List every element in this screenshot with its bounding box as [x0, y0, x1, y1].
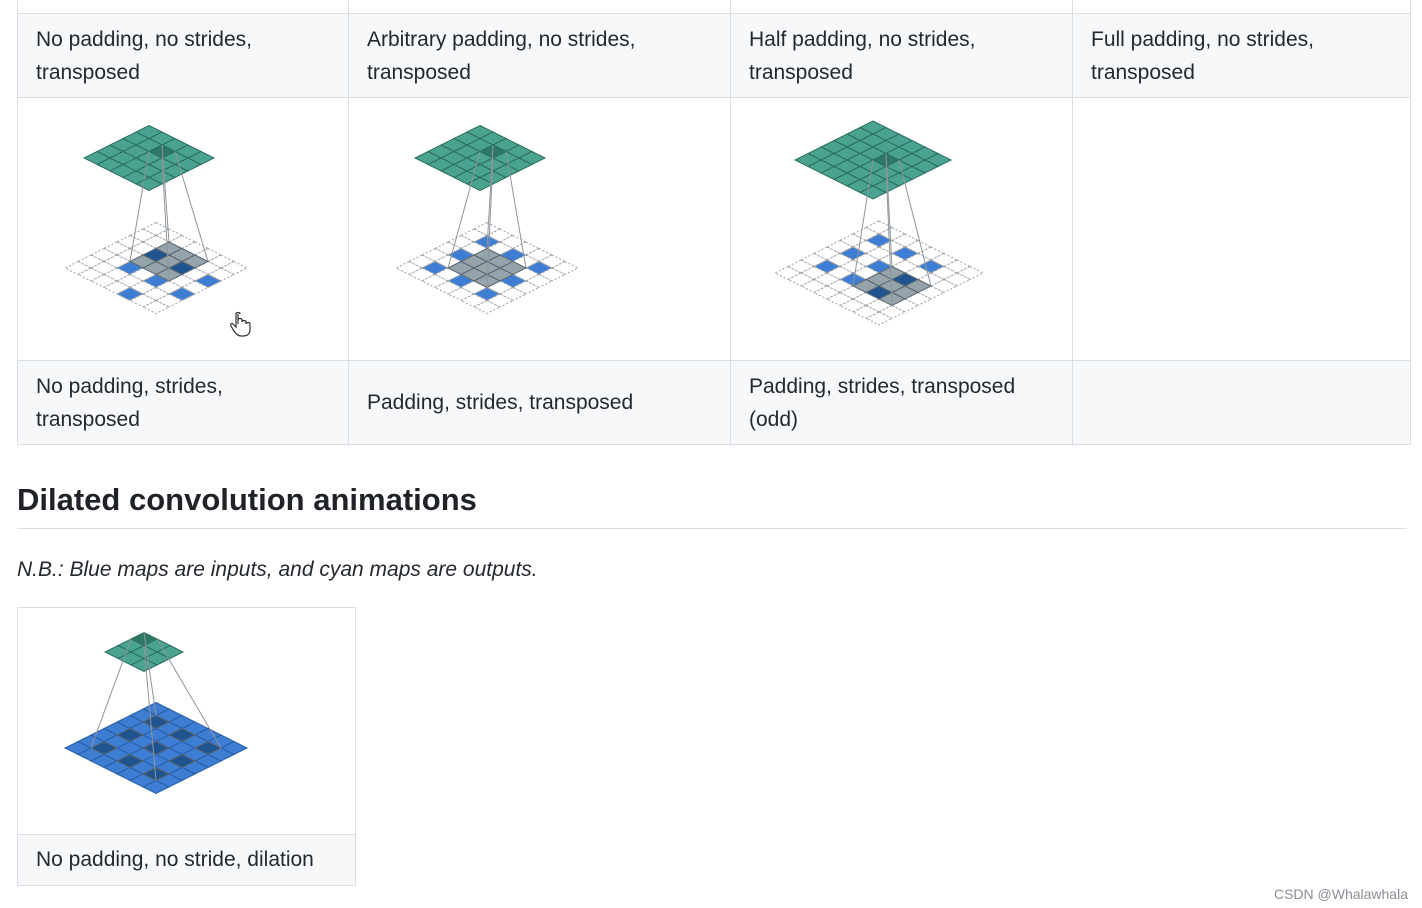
table-row — [17, 97, 1411, 361]
watermark: CSDN @Whalawhala — [1273, 886, 1408, 902]
transposed-padding-strides-odd-animation — [773, 120, 985, 326]
transposed-padding-strides-animation — [394, 124, 580, 315]
table-row — [17, 0, 1411, 14]
animation-cell — [17, 607, 356, 835]
animation-cell — [348, 97, 731, 361]
table-row: No padding, no strides, transposed Arbit… — [17, 13, 1411, 98]
dilated-convolution-table: No padding, no stride, dilation — [17, 607, 356, 886]
caption-cell: No padding, strides, transposed — [17, 360, 349, 445]
dilated-convolution-animation — [63, 631, 249, 795]
animation-cell — [17, 97, 349, 361]
transposed-no-padding-strides-animation — [63, 124, 251, 337]
caption-cell: Padding, strides, transposed (odd) — [730, 360, 1073, 445]
hand-cursor-icon — [230, 311, 251, 337]
transposed-convolution-table: No padding, no strides, transposed Arbit… — [17, 0, 1411, 445]
caption-cell: Half padding, no strides, transposed — [730, 13, 1073, 98]
empty-cell — [1072, 97, 1411, 361]
table-row: No padding, no stride, dilation — [17, 834, 356, 886]
caption-cell: Full padding, no strides, transposed — [1072, 13, 1411, 98]
table-row: No padding, strides, transposed Padding,… — [17, 360, 1411, 445]
section-note: N.B.: Blue maps are inputs, and cyan map… — [17, 558, 538, 581]
caption-cell: No padding, no strides, transposed — [17, 13, 349, 98]
animation-cell — [730, 97, 1073, 361]
caption-cell: No padding, no stride, dilation — [17, 834, 356, 886]
section-heading: Dilated convolution animations — [17, 478, 1407, 529]
caption-cell: Arbitrary padding, no strides, transpose… — [348, 13, 731, 98]
table-row — [17, 607, 356, 835]
caption-cell — [1072, 360, 1411, 445]
caption-cell: Padding, strides, transposed — [348, 360, 731, 445]
